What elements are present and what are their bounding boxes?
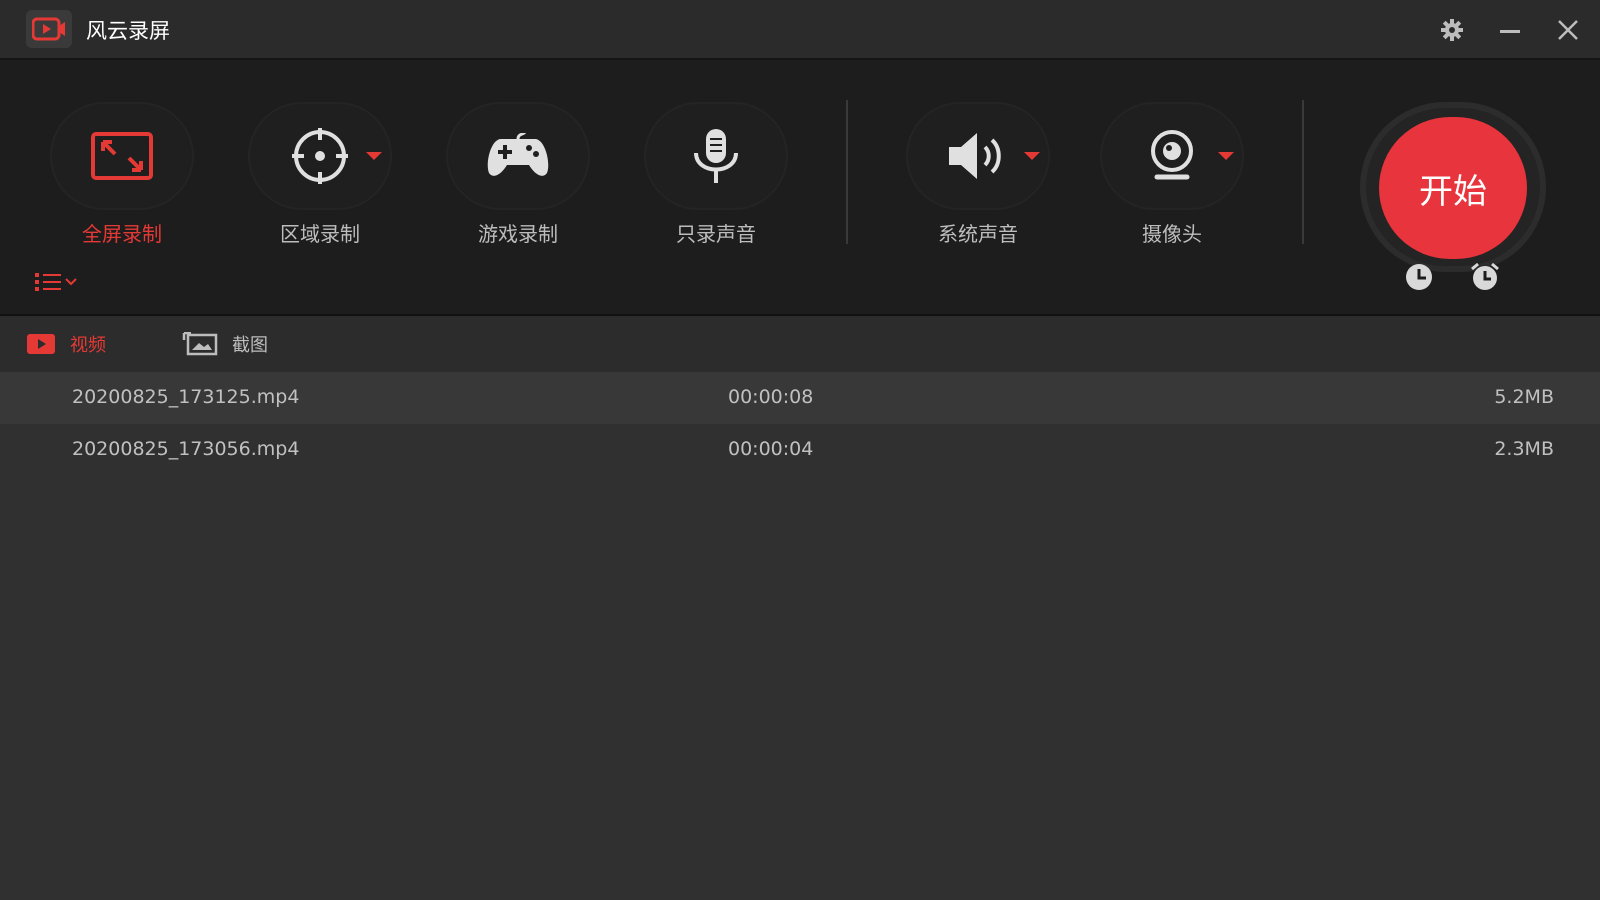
chevron-down-icon[interactable] bbox=[1218, 152, 1234, 160]
tool-label: 区域录制 bbox=[280, 222, 360, 246]
file-duration: 00:00:04 bbox=[728, 438, 814, 460]
tool-label: 系统声音 bbox=[938, 222, 1018, 246]
system-sound-button[interactable]: 系统声音 bbox=[908, 104, 1048, 254]
table-row[interactable]: 20200825_173056.mp4 00:00:04 2.3MB bbox=[0, 424, 1600, 476]
chevron-down-icon[interactable] bbox=[366, 152, 382, 160]
tool-label: 摄像头 bbox=[1142, 222, 1202, 246]
toolbar-divider bbox=[1302, 100, 1304, 244]
title-bar: 风云录屏 bbox=[0, 0, 1600, 60]
file-name: 20200825_173056.mp4 bbox=[72, 438, 300, 460]
region-record-button[interactable]: 区域录制 bbox=[250, 104, 390, 254]
video-icon bbox=[26, 333, 56, 355]
file-size: 2.3MB bbox=[1494, 438, 1554, 460]
table-row[interactable]: 20200825_173125.mp4 00:00:08 5.2MB bbox=[0, 372, 1600, 424]
tool-label: 只录声音 bbox=[676, 222, 756, 246]
tab-label: 截图 bbox=[232, 335, 268, 356]
file-name: 20200825_173125.mp4 bbox=[72, 386, 300, 408]
recording-list: 20200825_173125.mp4 00:00:08 5.2MB 20200… bbox=[0, 372, 1600, 900]
tool-label: 游戏录制 bbox=[478, 222, 558, 246]
chevron-down-icon[interactable] bbox=[1024, 152, 1040, 160]
file-duration: 00:00:08 bbox=[728, 386, 814, 408]
clock-icon[interactable] bbox=[1402, 260, 1436, 294]
game-record-button[interactable]: 游戏录制 bbox=[448, 104, 588, 254]
image-icon bbox=[182, 332, 218, 356]
fullscreen-record-button[interactable]: 全屏录制 bbox=[52, 104, 192, 254]
audio-only-record-button[interactable]: 只录声音 bbox=[646, 104, 786, 254]
microphone-icon bbox=[646, 104, 786, 208]
app-logo-icon bbox=[26, 10, 72, 48]
media-tabbar: 视频 截图 bbox=[0, 316, 1600, 372]
gamepad-icon bbox=[448, 104, 588, 208]
alarm-clock-icon[interactable] bbox=[1468, 260, 1502, 294]
webcam-button[interactable]: 摄像头 bbox=[1102, 104, 1242, 254]
app-title: 风云录屏 bbox=[86, 19, 170, 43]
minimize-icon[interactable] bbox=[1494, 14, 1526, 46]
gear-icon[interactable] bbox=[1436, 14, 1468, 46]
close-icon[interactable] bbox=[1552, 14, 1584, 46]
list-menu-icon[interactable] bbox=[32, 268, 82, 296]
file-size: 5.2MB bbox=[1494, 386, 1554, 408]
tab-label: 视频 bbox=[70, 335, 106, 356]
tab-video[interactable]: 视频 bbox=[26, 326, 106, 362]
fullscreen-icon bbox=[52, 104, 192, 208]
recording-toolbar: 全屏录制 区域录制 游戏录制 只录声音 系统声音 摄像头 开始 bbox=[0, 60, 1600, 316]
start-record-button[interactable]: 开始 bbox=[1379, 117, 1527, 259]
tool-label: 全屏录制 bbox=[82, 222, 162, 246]
tab-screenshot[interactable]: 截图 bbox=[182, 326, 268, 362]
toolbar-divider bbox=[846, 100, 848, 244]
